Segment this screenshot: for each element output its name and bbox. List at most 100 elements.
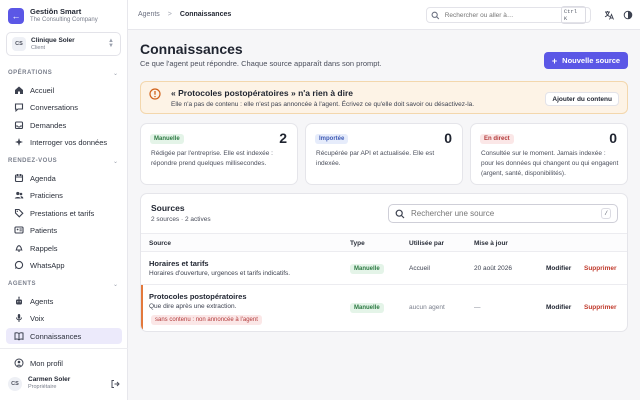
sources-summary: 2 sources · 2 actives [151,216,211,223]
column-source: Source [149,240,172,247]
section-label-operations: OPÉRATIONS [8,70,53,76]
modify-button[interactable]: Modifier [546,265,571,272]
column-type: Type [350,240,365,247]
source-description: Horaires d'ouverture, urgences et tarifs… [149,270,291,277]
user-card: CS Carmen Soler Propriétaire [8,376,120,391]
global-search-input[interactable] [444,11,561,19]
inbox-icon [14,120,24,130]
empty-source-alert: « Protocoles postopératoires » n'a rien … [140,81,628,114]
add-content-button[interactable]: Ajouter du contenu [545,92,619,106]
sparkle-icon [14,137,24,147]
sidebar-item-label: Agents [30,296,54,306]
brand-logo-icon: ← [8,7,24,24]
sidebar-item-whatsapp[interactable]: WhatsApp [6,257,122,273]
warning-icon [149,88,161,100]
users-icon [14,190,24,200]
sidebar-item-agents[interactable]: Agents [6,293,122,309]
alert-text: Elle n'a pas de contenu : elle n'est pas… [171,101,475,108]
used-by: aucun agent [409,304,445,311]
stat-card-importee: Importée 0 Récupérée par API et actualis… [305,123,463,185]
sidebar-item-praticiens[interactable]: Praticiens [6,187,122,203]
sidebar-item-conversations[interactable]: Conversations [6,99,122,115]
logout-icon[interactable] [110,379,120,389]
type-badge: Importée [315,134,349,144]
table-row[interactable]: Horaires et tarifs Horaires d'ouverture,… [141,252,627,285]
search-shortcut: / [601,208,611,219]
source-name[interactable]: Horaires et tarifs [149,259,209,268]
sidebar-item-label: Interroger vos données [30,137,108,147]
sidebar-item-prestations[interactable]: Prestations et tarifs [6,205,122,221]
card-description: Rédigée par l'entreprise. Elle est index… [151,150,273,167]
mic-icon [14,313,24,323]
source-description: Que dire après une extraction. [149,303,237,310]
clinic-role: Client [31,44,46,51]
user-name: Carmen Soler [28,376,71,383]
brand[interactable]: ← Gestiôn Smart The Consulting Company [8,7,98,24]
breadcrumb-current: Connaissances [179,11,232,18]
section-label-rendez-vous: RENDEZ-VOUS [8,158,58,164]
page-title: Connaissances [140,41,243,57]
type-badge: Manuelle [350,264,384,274]
user-circle-icon [14,358,24,368]
delete-button[interactable]: Supprimer [584,304,617,311]
sidebar-item-voix[interactable]: Voix [6,310,122,326]
chevron-down-icon[interactable]: ⌄ [113,281,118,288]
column-updated: Mise à jour [474,240,508,247]
sources-panel: Sources 2 sources · 2 actives / Source T… [140,193,628,332]
card-count: 2 [279,130,287,146]
search-shortcut: Ctrl K [560,6,586,24]
brand-subtitle: The Consulting Company [30,17,98,23]
avatar: CS [8,376,22,391]
breadcrumb-agents[interactable]: Agents [138,11,160,18]
source-name[interactable]: Protocoles postopératoires [149,292,247,301]
language-icon[interactable] [604,10,614,20]
sidebar-item-patients[interactable]: Patients [6,222,122,238]
modify-button[interactable]: Modifier [546,304,571,311]
sidebar-item-agenda[interactable]: Agenda [6,170,122,186]
sidebar-item-rappels[interactable]: Rappels [6,240,122,256]
type-badge: En direct [480,134,514,144]
sidebar-item-profil[interactable]: Mon profil [6,355,122,371]
chevron-down-icon[interactable]: ⌄ [113,70,118,77]
delete-button[interactable]: Supprimer [584,265,617,272]
sidebar-item-connaissances[interactable]: Connaissances [6,328,122,344]
tag-icon [14,208,24,218]
updated-date: 20 août 2026 [474,265,512,272]
updated-date: — [474,304,481,311]
sidebar-item-accueil[interactable]: Accueil [6,82,122,98]
table-header: Source Type Utilisée par Mise à jour [141,233,627,252]
table-row[interactable]: Protocoles postopératoires Que dire aprè… [141,285,627,331]
sidebar-item-label: Rappels [30,243,58,253]
sidebar-item-demandes[interactable]: Demandes [6,117,122,133]
clinic-name: Clinique Soler [31,36,75,44]
card-count: 0 [609,130,617,146]
sidebar-item-label: Mon profil [30,358,63,368]
section-label-agents: AGENTS [8,281,37,287]
source-search-input[interactable] [411,209,602,218]
search-icon [431,11,440,19]
clinic-switcher[interactable]: CS Clinique Soler Client ▲ ▼ [6,32,121,56]
sidebar-item-label: Connaissances [30,331,82,341]
new-source-button[interactable]: + Nouvelle source [544,52,628,69]
sources-title: Sources [151,203,185,213]
user-role: Propriétaire [28,384,57,390]
search-icon [395,209,405,218]
brand-name: Gestiôn Smart [30,7,82,16]
card-description: Récupérée par API et actualisée. Elle es… [316,150,435,167]
type-badge: Manuelle [350,303,384,313]
sidebar-item-label: Prestations et tarifs [30,208,95,218]
global-search[interactable]: Ctrl K [426,6,591,24]
plus-icon: + [551,55,558,66]
robot-icon [14,296,24,306]
chevron-updown-icon: ▲ ▼ [108,38,114,49]
card-description: Consultée sur le moment. Jamais indexée … [481,150,619,177]
used-by: Accueil [409,265,430,272]
sidebar: ← Gestiôn Smart The Consulting Company C… [0,0,128,400]
theme-toggle-icon[interactable] [623,10,633,20]
chevron-down-icon[interactable]: ⌄ [113,158,118,165]
sidebar-item-label: Accueil [30,85,55,95]
sidebar-item-label: Conversations [30,102,78,112]
sidebar-item-interroger[interactable]: Interroger vos données [6,134,122,150]
breadcrumb-separator: > [167,11,172,18]
source-search[interactable]: / [388,204,618,223]
